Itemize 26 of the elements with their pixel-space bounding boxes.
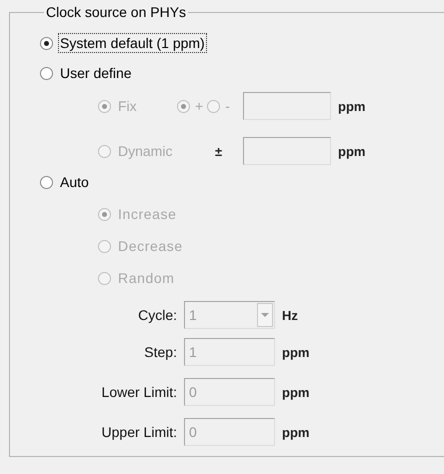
option-label: User define bbox=[59, 64, 133, 83]
option-label: Increase bbox=[117, 205, 178, 224]
radio-button[interactable] bbox=[40, 36, 53, 50]
field-label: Step: bbox=[143, 344, 178, 360]
option-label: Fix bbox=[117, 97, 138, 116]
unit-label: ppm bbox=[338, 98, 366, 114]
option-label: Decrease bbox=[117, 237, 184, 256]
caret-icon bbox=[257, 303, 273, 327]
radio-button[interactable] bbox=[40, 66, 53, 80]
unit-label: Hz bbox=[282, 308, 298, 322]
radio-button[interactable] bbox=[40, 176, 53, 188]
option-label: System default (1 ppm) bbox=[58, 33, 207, 53]
unit-label: ppm bbox=[282, 344, 310, 360]
field-label: Cycle: bbox=[137, 307, 178, 323]
field-label: Lower Limit: bbox=[100, 384, 178, 400]
unit-label: ppm bbox=[282, 424, 310, 440]
sign-label: + bbox=[195, 98, 204, 114]
group-title: Clock source on PHYs bbox=[45, 4, 188, 20]
plus-minus-label: ± bbox=[215, 144, 224, 158]
option-label: Random bbox=[117, 269, 176, 288]
option-label: Dynamic bbox=[117, 142, 174, 161]
sign-label: - bbox=[225, 98, 230, 114]
unit-label: ppm bbox=[282, 384, 310, 400]
unit-label: ppm bbox=[338, 144, 366, 158]
option-label: Auto bbox=[59, 173, 90, 192]
field-label: Upper Limit: bbox=[100, 424, 178, 440]
